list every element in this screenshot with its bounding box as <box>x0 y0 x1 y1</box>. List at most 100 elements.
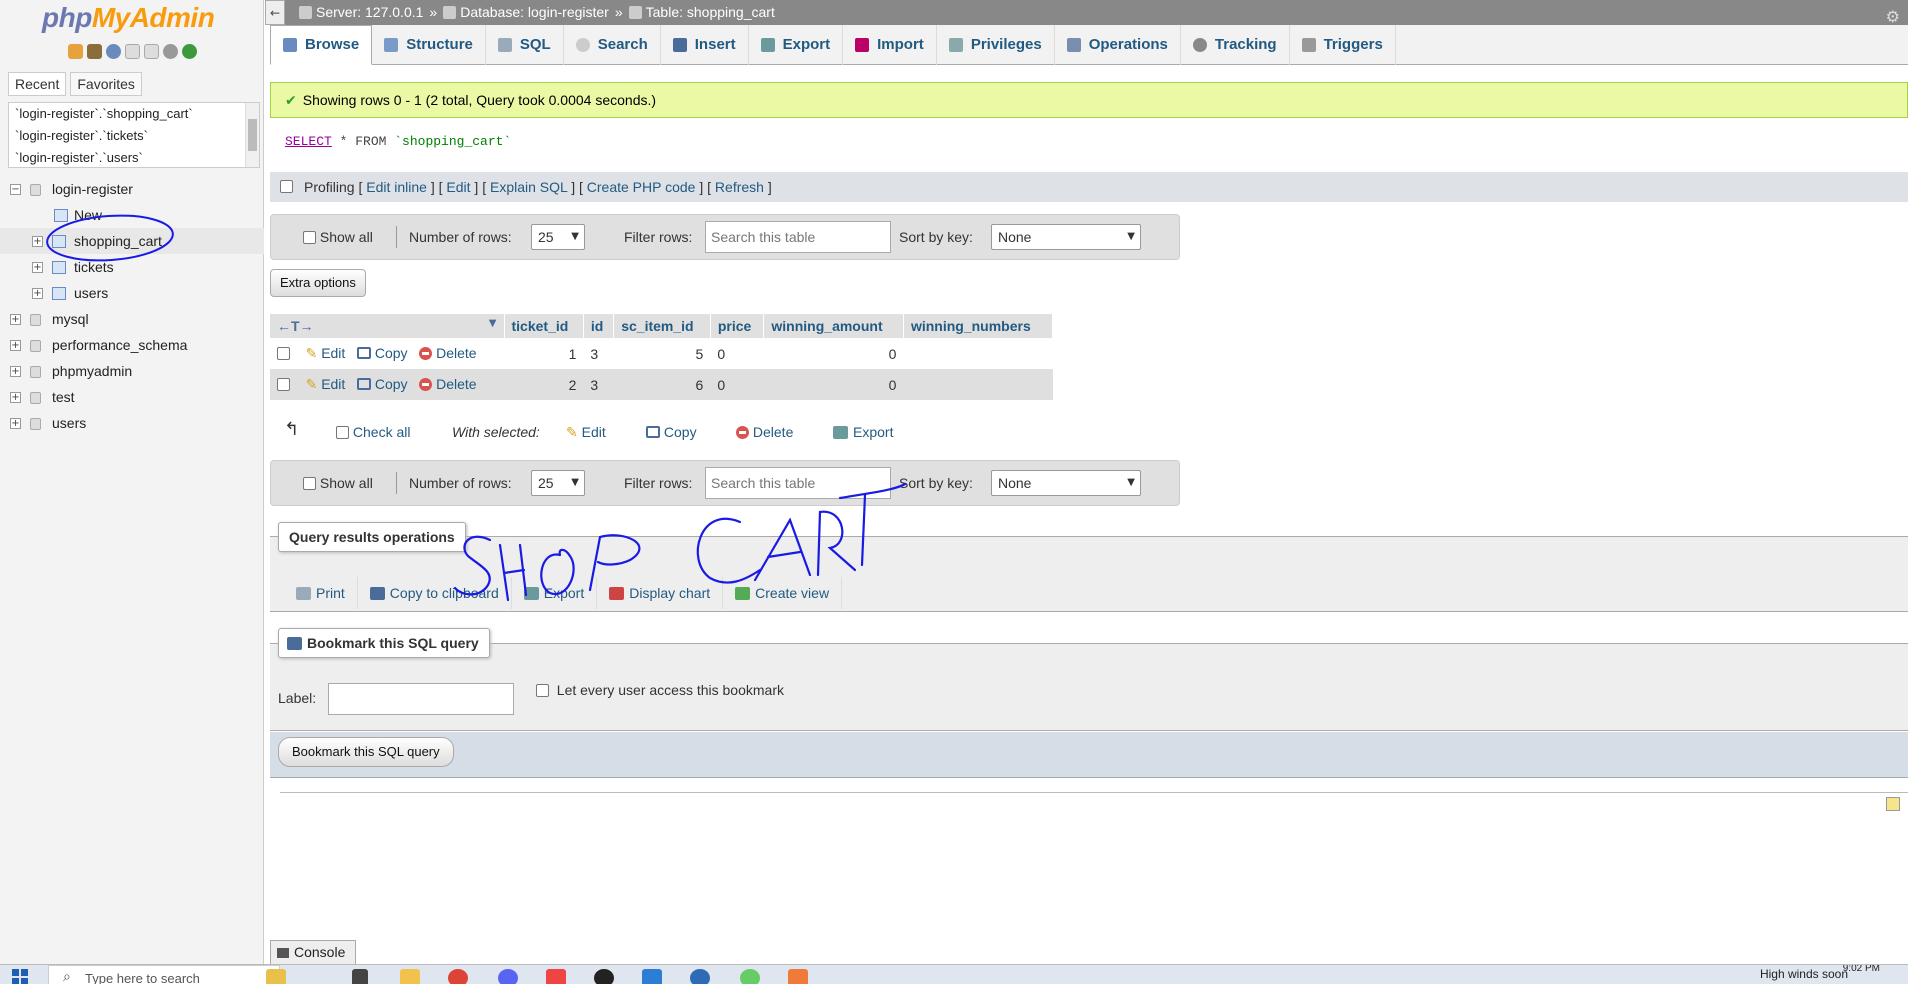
row-delete-link[interactable]: Delete <box>419 345 477 361</box>
tree-table-users[interactable]: + users <box>0 280 264 306</box>
tree-label[interactable]: users <box>74 280 108 306</box>
row-delete-link[interactable]: Delete <box>419 376 477 392</box>
tree-label[interactable]: users <box>52 410 86 436</box>
tree-label[interactable]: New <box>74 202 102 228</box>
collapse-sidebar-button[interactable]: ← <box>265 0 285 25</box>
cell-price[interactable]: 0 <box>710 338 764 369</box>
tree-label[interactable]: performance_schema <box>52 332 187 358</box>
gear-icon[interactable] <box>163 44 178 59</box>
tree-label[interactable]: shopping_cart <box>74 228 162 254</box>
edit-link[interactable]: Edit <box>446 179 470 195</box>
row-copy-link[interactable]: Copy <box>356 345 408 361</box>
tree-db-phpmyadmin[interactable]: + phpmyadmin <box>0 358 264 384</box>
discord-icon[interactable] <box>498 969 518 984</box>
breadcrumb-server[interactable]: Server: 127.0.0.1 <box>299 0 423 25</box>
column-header-price[interactable]: price <box>710 314 765 338</box>
tree-db-mysql[interactable]: + mysql <box>0 306 264 332</box>
taskbar-search-input[interactable]: ⌕ Type here to search <box>48 965 280 984</box>
tab-sql[interactable]: SQL <box>486 25 564 65</box>
app-icon[interactable] <box>690 969 710 984</box>
bookmark-label-input[interactable] <box>328 683 514 715</box>
tab-import[interactable]: Import <box>843 25 937 65</box>
expand-icon[interactable]: + <box>10 340 21 351</box>
cell-ticket-id[interactable]: 1 <box>504 338 584 369</box>
every-user-control[interactable]: Let every user access this bookmark <box>536 682 784 698</box>
refresh-link[interactable]: Refresh <box>715 179 764 195</box>
file-explorer-icon[interactable] <box>400 969 420 984</box>
bulk-copy-button[interactable]: Copy <box>646 418 697 446</box>
sql-keyword[interactable]: SELECT <box>285 134 332 149</box>
app-icon[interactable] <box>740 969 760 984</box>
tab-recent[interactable]: Recent <box>8 72 67 96</box>
column-arrows[interactable]: ←T→ ▼ <box>270 314 505 338</box>
console-toggle[interactable]: Console <box>270 940 356 964</box>
recent-item[interactable]: `login-register`.`users` <box>9 147 259 167</box>
tree-label[interactable]: login-register <box>52 176 133 202</box>
cell-winning-amount[interactable]: 0 <box>763 338 904 369</box>
expand-icon[interactable]: + <box>10 314 21 325</box>
cell-winning-numbers[interactable] <box>903 338 1053 369</box>
recent-item[interactable]: `login-register`.`tickets` <box>9 125 259 147</box>
tab-triggers[interactable]: Triggers <box>1290 25 1396 65</box>
show-all-control[interactable]: Show all <box>303 215 373 259</box>
row-edit-link[interactable]: ✎ Edit <box>306 345 346 362</box>
show-all-checkbox[interactable] <box>303 477 316 490</box>
bulk-delete-button[interactable]: Delete <box>736 418 793 446</box>
recent-scrollbar[interactable] <box>245 103 259 167</box>
system-clock[interactable]: 9:02 PM <box>1843 965 1880 974</box>
tree-new-table[interactable]: New <box>0 202 264 228</box>
bookmark-submit-button[interactable]: Bookmark this SQL query <box>278 737 454 767</box>
column-header-ticket-id[interactable]: ticket_id <box>504 314 584 338</box>
rows-select[interactable]: 25 ▼ <box>531 224 585 250</box>
recent-item[interactable]: `login-register`.`shopping_cart` <box>9 103 259 125</box>
vscode-icon[interactable] <box>642 969 662 984</box>
breadcrumb-database[interactable]: Database: login-register <box>443 0 609 25</box>
row-copy-link[interactable]: Copy <box>356 376 408 392</box>
breadcrumb-table[interactable]: Table: shopping_cart <box>628 0 775 25</box>
tree-label[interactable]: phpmyadmin <box>52 358 132 384</box>
check-all-control[interactable]: Check all <box>336 418 410 446</box>
xampp-icon[interactable] <box>788 969 808 984</box>
profiling-checkbox[interactable] <box>280 180 293 193</box>
tree-db-users[interactable]: + users <box>0 410 264 436</box>
help-icon[interactable] <box>106 44 121 59</box>
copy-to-clipboard-link[interactable]: Copy to clipboard <box>358 577 512 609</box>
column-header-sc-item-id[interactable]: sc_item_id <box>613 314 711 338</box>
sort-select[interactable]: None ▼ <box>991 470 1141 496</box>
expand-icon[interactable]: + <box>10 366 21 377</box>
recent-tables-list[interactable]: `login-register`.`shopping_cart` `login-… <box>8 102 260 168</box>
explain-sql-link[interactable]: Explain SQL <box>490 179 567 195</box>
tree-label[interactable]: tickets <box>74 254 114 280</box>
widget-icon[interactable] <box>266 969 286 984</box>
copy-icon[interactable] <box>144 44 159 59</box>
bulk-edit-button[interactable]: ✎ Edit <box>566 418 606 447</box>
home-icon[interactable] <box>68 44 83 59</box>
tree-db-login-register[interactable]: − login-register <box>0 176 264 202</box>
windows-start-icon[interactable] <box>12 969 28 984</box>
filter-input[interactable]: Search this table <box>705 221 891 253</box>
extra-options-button[interactable]: Extra options <box>270 269 366 297</box>
show-all-checkbox[interactable] <box>303 231 316 244</box>
row-checkbox[interactable] <box>277 378 290 391</box>
row-edit-link[interactable]: ✎ Edit <box>306 376 346 393</box>
tree-label[interactable]: mysql <box>52 306 89 332</box>
column-header-id[interactable]: id <box>583 314 615 338</box>
show-all-control[interactable]: Show all <box>303 461 373 505</box>
edit-inline-link[interactable]: Edit inline <box>366 179 427 195</box>
print-link[interactable]: Print <box>284 577 358 609</box>
tree-label[interactable]: test <box>52 384 75 410</box>
row-checkbox[interactable] <box>277 347 290 360</box>
chrome-icon[interactable] <box>448 969 468 984</box>
sort-select[interactable]: None ▼ <box>991 224 1141 250</box>
create-view-link[interactable]: Create view <box>723 577 843 609</box>
check-all-checkbox[interactable] <box>336 426 349 439</box>
cell-sc-item-id[interactable]: 6 <box>613 369 711 400</box>
collapse-icon[interactable]: − <box>10 184 21 195</box>
cell-winning-amount[interactable]: 0 <box>763 369 904 400</box>
task-view-icon[interactable] <box>352 969 368 984</box>
tab-export[interactable]: Export <box>749 25 844 65</box>
reload-icon[interactable] <box>182 44 197 59</box>
tree-table-shopping-cart[interactable]: + shopping_cart <box>0 228 264 254</box>
rows-select[interactable]: 25 ▼ <box>531 470 585 496</box>
tree-db-performance-schema[interactable]: + performance_schema <box>0 332 264 358</box>
